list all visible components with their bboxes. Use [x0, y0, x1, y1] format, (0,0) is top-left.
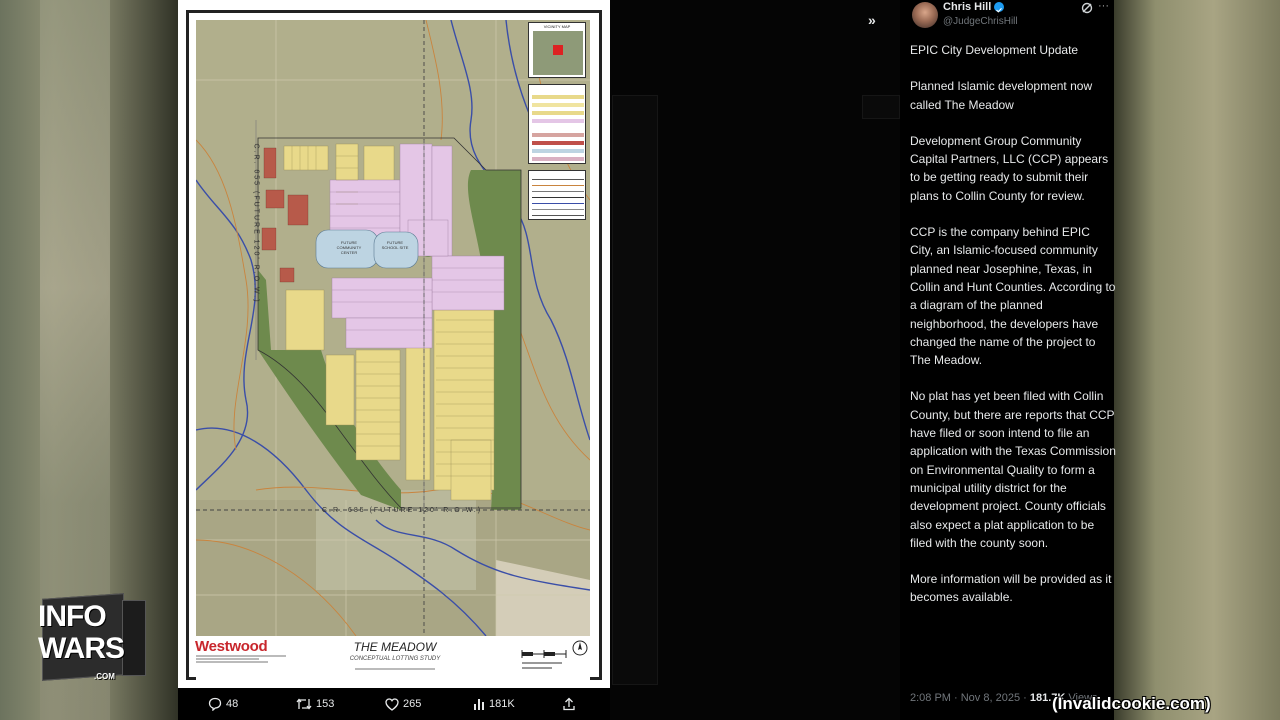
- legend-swatch: [532, 141, 584, 145]
- reply-button[interactable]: 48: [208, 696, 238, 712]
- tweet-paragraph: EPIC City Development Update: [910, 43, 1079, 57]
- more-options-icon[interactable]: ···: [1098, 0, 1109, 12]
- legend-line: [532, 215, 584, 216]
- right-blurred-background: [1114, 0, 1280, 720]
- legend-swatch: [532, 95, 584, 99]
- share-icon: [563, 697, 575, 711]
- logo-cube-side: [122, 600, 146, 676]
- plan-location-line: [330, 666, 460, 672]
- views-button[interactable]: 181K: [473, 696, 515, 712]
- collapse-chevron-icon[interactable]: »: [868, 12, 876, 28]
- grok-icon[interactable]: [1081, 1, 1093, 14]
- tweet-paragraph: Planned Islamic development now called T…: [910, 79, 1093, 112]
- legend-line: [532, 197, 584, 198]
- legend-line: [532, 209, 584, 210]
- watermark: (Invalidcookie.com): [1052, 694, 1211, 713]
- avatar[interactable]: [912, 2, 938, 28]
- views-count: 181K: [489, 698, 515, 710]
- legend-line: [532, 191, 584, 192]
- reply-icon: [208, 697, 222, 711]
- tweet-paragraph: More information will be provided as it …: [910, 572, 1112, 605]
- legend-swatch: [532, 133, 584, 137]
- infowars-logo: INFO WARS .COM: [36, 592, 148, 688]
- author-handle[interactable]: @JudgeChrisHill: [943, 16, 1018, 27]
- lot-legend: [528, 84, 586, 164]
- like-count: 265: [403, 698, 422, 710]
- repost-button[interactable]: 153: [296, 696, 334, 712]
- line-legend: [528, 170, 586, 220]
- vicinity-map-label: VICINITY MAP: [543, 24, 571, 29]
- school-site-label: FUTURE SCHOOL SITE: [381, 240, 409, 250]
- legend-swatch: [532, 149, 584, 153]
- vicinity-map: VICINITY MAP: [528, 22, 586, 78]
- scale-and-north-arrow: [520, 640, 590, 676]
- road-label-vertical: C.R. 655 (FUTURE 120' R.O.W.): [252, 143, 260, 304]
- legend-swatch: [532, 119, 584, 123]
- ghost-panel: [612, 95, 658, 685]
- ghost-button: [862, 95, 900, 119]
- legend-swatch: [532, 103, 584, 107]
- plan-subtitle: CONCEPTUAL LOTTING STUDY: [349, 656, 441, 662]
- legend-line: [532, 185, 584, 186]
- legend-swatch: [532, 111, 584, 115]
- tweet-paragraph: CCP is the company behind EPIC City, an …: [910, 225, 1116, 368]
- road-label-horizontal: C.R. 685 (FUTURE 120' R.O.W.): [322, 507, 483, 514]
- share-button[interactable]: [562, 696, 576, 712]
- legend-line: [532, 203, 584, 204]
- site-marker-icon: [553, 45, 563, 55]
- plan-title: THE MEADOW: [353, 640, 437, 654]
- logo-text-bottom: WARS: [38, 632, 125, 665]
- verified-badge-icon: [994, 2, 1004, 13]
- brand-fine-print: [196, 654, 286, 664]
- heart-icon: [385, 697, 399, 711]
- repost-count: 153: [316, 698, 335, 710]
- legend-line: [532, 179, 584, 180]
- like-button[interactable]: 265: [385, 696, 421, 712]
- reply-count: 48: [226, 698, 239, 710]
- legend-swatch: [532, 157, 584, 161]
- repost-icon: [296, 698, 312, 710]
- tweet-timestamp[interactable]: 2:08 PM · Nov 8, 2025: [910, 692, 1020, 704]
- analytics-icon: [474, 699, 484, 710]
- vicinity-map-image: [533, 31, 583, 75]
- tweet-paragraph: Development Group Community Capital Part…: [910, 133, 1109, 203]
- author-name[interactable]: Chris Hill: [943, 1, 991, 13]
- community-center-label: FUTURE COMMUNITY CENTER: [336, 240, 362, 255]
- logo-text-top: INFO: [38, 600, 107, 633]
- westwood-logo: Westwood: [195, 638, 268, 655]
- tweet-paragraph: No plat has yet been filed with Collin C…: [910, 389, 1116, 550]
- tweet-body: EPIC City Development Update Planned Isl…: [910, 41, 1116, 625]
- logo-text-com: .COM: [94, 672, 115, 681]
